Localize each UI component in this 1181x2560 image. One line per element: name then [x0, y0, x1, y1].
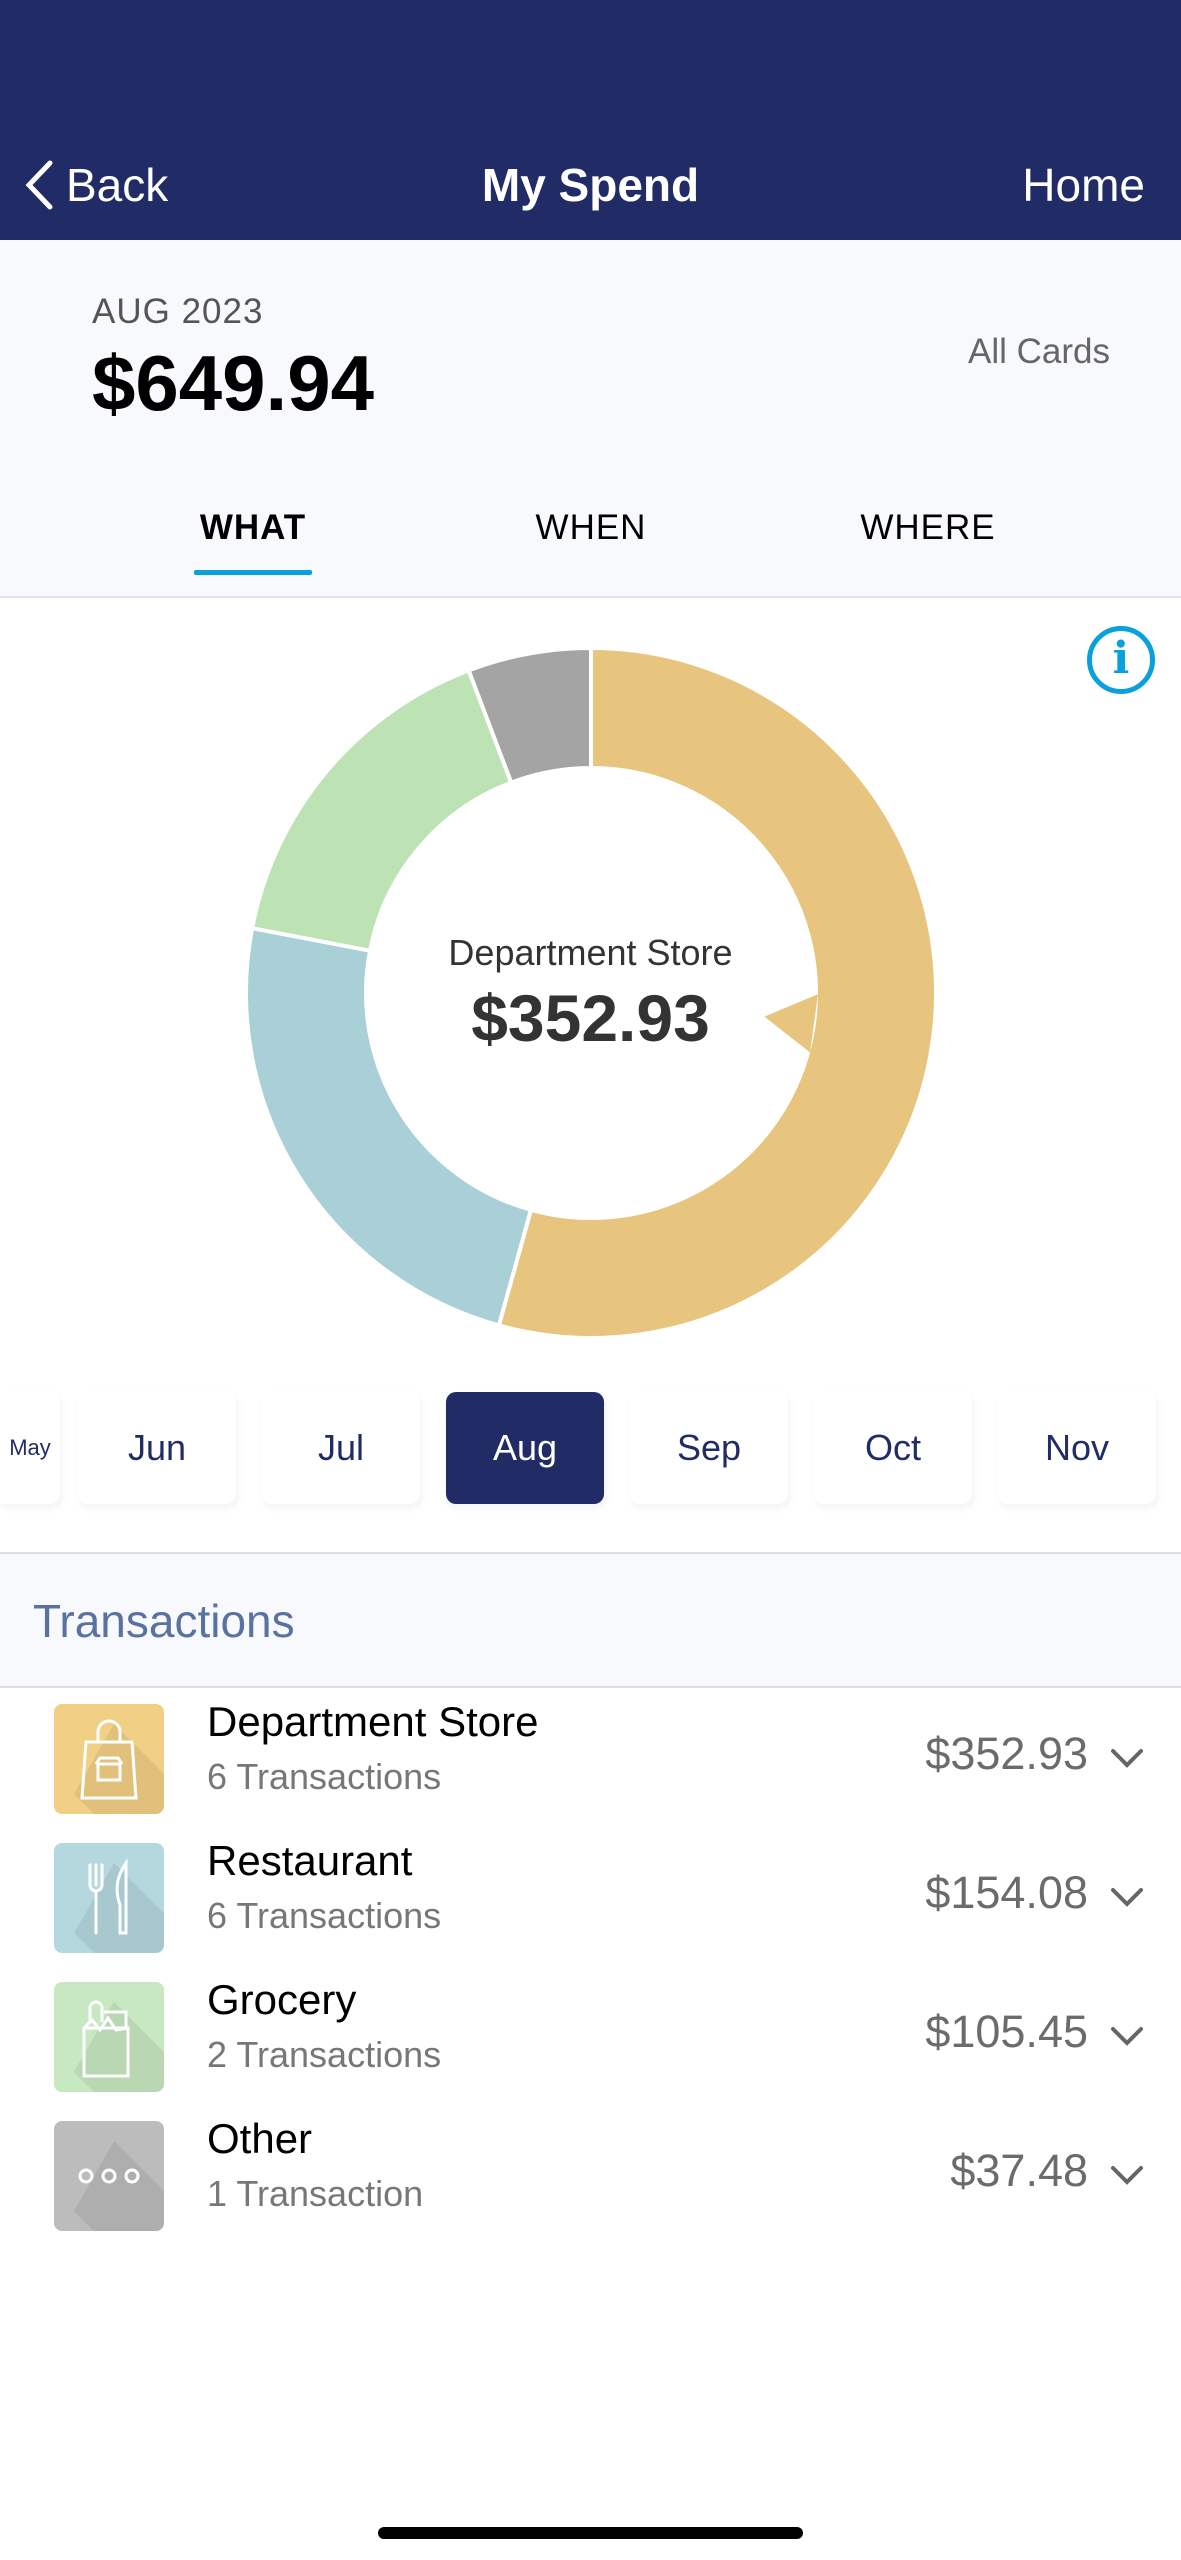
- total-amount: $649.94: [92, 339, 374, 427]
- home-button[interactable]: Home: [1022, 158, 1145, 212]
- month-selector: May Jun Jul Aug Sep Oct Nov: [0, 1392, 1181, 1504]
- transaction-category-row[interactable]: Other 1 Transaction $37.48: [0, 2107, 1181, 2246]
- month-aug[interactable]: Aug: [446, 1392, 604, 1504]
- donut-center-label: Department Store: [448, 932, 733, 973]
- active-tab-indicator: [194, 570, 312, 575]
- back-label: Back: [66, 159, 169, 211]
- category-name: Grocery: [207, 1976, 357, 2023]
- category-amount: $105.45: [925, 2006, 1088, 2057]
- fork-knife-icon: [54, 1843, 164, 1953]
- category-amount: $37.48: [950, 2145, 1088, 2196]
- category-name: Other: [207, 2115, 313, 2162]
- chevron-down-icon[interactable]: [1107, 2155, 1147, 2195]
- month-jun[interactable]: Jun: [78, 1392, 236, 1504]
- shopping-bag-icon: [54, 1704, 164, 1814]
- page-title: My Spend: [481, 159, 700, 211]
- category-amount: $352.93: [925, 1728, 1088, 1779]
- home-indicator: [378, 2527, 803, 2539]
- transaction-count: 6 Transactions: [207, 1756, 442, 1797]
- month-jul[interactable]: Jul: [262, 1392, 420, 1504]
- transaction-category-row[interactable]: Restaurant 6 Transactions $154.08: [0, 1829, 1181, 1968]
- category-amount: $154.08: [925, 1867, 1088, 1918]
- tab-where[interactable]: WHERE: [808, 508, 1048, 548]
- transaction-count: 6 Transactions: [207, 1895, 442, 1936]
- transaction-count: 2 Transactions: [207, 2034, 442, 2075]
- grocery-bag-icon: [54, 1982, 164, 2092]
- more-dots-icon: [54, 2121, 164, 2231]
- month-nov[interactable]: Nov: [998, 1392, 1156, 1504]
- transaction-category-row[interactable]: Department Store 6 Transactions $352.93: [0, 1690, 1181, 1829]
- month-oct[interactable]: Oct: [814, 1392, 972, 1504]
- summary-header: AUG 2023 $649.94 All Cards WHAT WHEN WHE…: [0, 240, 1181, 598]
- tab-when[interactable]: WHEN: [471, 508, 711, 548]
- month-may[interactable]: May: [0, 1392, 60, 1504]
- chevron-down-icon[interactable]: [1107, 1877, 1147, 1917]
- month-sep[interactable]: Sep: [630, 1392, 788, 1504]
- donut-center-value: $352.93: [471, 981, 710, 1055]
- tab-what[interactable]: WHAT: [133, 508, 373, 548]
- chevron-left-icon: [25, 160, 53, 210]
- card-filter-button[interactable]: All Cards: [968, 332, 1110, 372]
- transaction-count: 1 Transaction: [207, 2173, 424, 2214]
- transactions-title: Transactions: [33, 1595, 295, 1647]
- transaction-category-row[interactable]: Grocery 2 Transactions $105.45: [0, 1968, 1181, 2107]
- nav-bar: Back My Spend Home: [0, 0, 1181, 240]
- chevron-down-icon[interactable]: [1107, 1738, 1147, 1778]
- transactions-header: Transactions: [0, 1552, 1181, 1688]
- category-name: Restaurant: [207, 1837, 413, 1884]
- chevron-down-icon[interactable]: [1107, 2016, 1147, 2056]
- category-name: Department Store: [207, 1698, 539, 1745]
- back-button[interactable]: Back: [24, 158, 168, 212]
- period-label: AUG 2023: [92, 292, 264, 331]
